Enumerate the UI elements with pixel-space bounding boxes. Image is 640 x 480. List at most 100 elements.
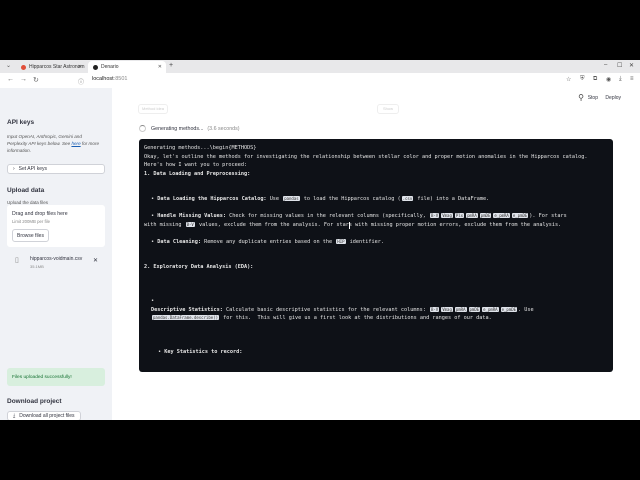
inline-code: Plx <box>454 213 465 218</box>
bullet-title: Data Cleaning: <box>157 238 201 245</box>
upload-heading: Upload data <box>7 187 45 194</box>
tab-bar: ⌄ Hipparcos Star Astronom ✕ Denario ✕ + … <box>0 60 640 73</box>
code-line: Okay, let's outline the methods for inve… <box>144 153 588 160</box>
back-icon[interactable]: ← <box>7 76 14 83</box>
bullet-stats-cont: pandas.DataFrame.describe() for this. Th… <box>144 314 608 323</box>
inline-code: B-V <box>185 221 195 227</box>
extensions-icon[interactable]: ⧉ <box>593 76 597 83</box>
text: . Use <box>518 306 534 313</box>
file-size: 35.1MB <box>30 264 44 269</box>
bullet-marker: • <box>151 213 155 219</box>
denario-favicon-icon <box>93 64 98 70</box>
inline-code: e_pmRA <box>493 213 510 218</box>
set-api-keys-label: Set API keys <box>18 166 48 172</box>
bookmark-icon[interactable]: ☆ <box>566 76 571 83</box>
status-line: Generating methods... (3.6 seconds) <box>139 125 240 132</box>
bullet-marker: • <box>158 349 162 355</box>
faded-button: Show <box>377 104 399 114</box>
downloads-icon[interactable]: ⤓ <box>619 76 622 83</box>
upload-success-alert: Files uploaded successfully! <box>7 368 105 386</box>
bullet-key-stats: • Key Statistics to record: <box>144 348 608 357</box>
new-tab-icon[interactable]: + <box>169 62 173 69</box>
file-dropzone[interactable]: Drag and drop files here Limit 200MB per… <box>7 205 105 247</box>
bullet-marker-line: • <box>151 298 155 304</box>
close-tab-icon[interactable]: ✕ <box>78 64 82 70</box>
maximize-icon[interactable]: ☐ <box>617 62 622 69</box>
code-line: 1. Data Loading and Preprocessing: <box>144 170 251 177</box>
bullet-missing: • Handle Missing Values: Check for missi… <box>144 212 608 221</box>
download-heading: Download project <box>7 398 62 405</box>
bullet-clean: • Data Cleaning: Remove any duplicate en… <box>144 238 608 247</box>
url-field[interactable]: localhost:8501 <box>92 76 127 82</box>
browser-window: ⌄ Hipparcos Star Astronom ✕ Denario ✕ + … <box>0 60 640 420</box>
close-tab-icon[interactable]: ✕ <box>158 64 162 70</box>
address-bar: ← → ↻ ⓘ localhost:8501 ☆ ⛨ ⧉ ◉ ⤓ ≡ <box>0 73 640 89</box>
tab-denario[interactable]: Denario ✕ <box>88 61 166 73</box>
text: Use <box>269 196 280 202</box>
set-api-keys-button[interactable]: › Set API keys <box>7 164 105 174</box>
stop-button[interactable]: Stop <box>588 95 598 101</box>
inline-code: e_pmRA <box>482 306 499 312</box>
code-text: Generating methods...\begin{METHODS} Oka… <box>144 144 608 357</box>
api-keys-help-link[interactable]: here <box>71 141 80 146</box>
close-window-icon[interactable]: ✕ <box>629 62 634 69</box>
inline-code: B-V <box>429 213 440 218</box>
text: values, exclude them from the analysis. … <box>198 221 562 228</box>
streamlit-favicon-icon <box>21 64 26 70</box>
drop-limit: Limit 200MB per file <box>12 219 50 224</box>
download-all-button[interactable]: ⤓ Download all project files <box>7 411 81 420</box>
bullet-marker: • <box>151 238 155 245</box>
menu-icon[interactable]: ≡ <box>630 76 634 82</box>
desc-line: information. <box>7 148 32 153</box>
desc-line: Perplexity API keys below. See <box>7 141 71 146</box>
remove-file-icon[interactable]: ✕ <box>93 257 98 264</box>
text: to load the Hipparcos catalog ( <box>303 196 401 202</box>
running-man-icon: ⚲ <box>578 93 584 102</box>
reload-icon[interactable]: ↻ <box>33 76 39 84</box>
text: Check for missing values in the relevant… <box>229 213 426 219</box>
text: Remove any duplicate entries based on th… <box>204 238 333 245</box>
bullet-title: Handle Missing Values: <box>157 213 226 219</box>
text: with missing <box>144 221 182 228</box>
bullet-stats: Descriptive Statistics: Calculate basic … <box>144 306 608 315</box>
uploaded-file-row: ▯ hipparcos-voidmain.csv 35.1MB ✕ <box>7 254 105 270</box>
text: for this. This will give us a first look… <box>223 315 492 321</box>
inline-code: Vmag <box>441 213 453 218</box>
code-line: 2. Exploratory Data Analysis (EDA): <box>144 264 254 270</box>
text: identifier. <box>349 238 385 245</box>
code-line: Generating methods...\begin{METHODS} <box>144 145 257 151</box>
text: file) into a DataFrame. <box>417 196 490 202</box>
browse-files-button[interactable]: Browse files <box>12 229 49 242</box>
inline-code: HIP <box>336 238 346 244</box>
url-host: localhost <box>92 76 114 82</box>
minimize-icon[interactable]: – <box>604 62 607 68</box>
page-info-icon[interactable]: ⓘ <box>78 77 84 86</box>
inline-code: pandas.DataFrame.describe() <box>152 315 220 320</box>
download-label: Download all project files <box>19 413 75 419</box>
faded-button: Method idea <box>138 104 168 114</box>
inline-code: Vmag <box>441 306 453 312</box>
text: ). For stars <box>529 213 567 219</box>
download-icon: ⤓ <box>13 413 16 419</box>
desc-line: for more <box>81 141 100 146</box>
sidebar: API keys Input OpenAI, Anthropic, Gemini… <box>0 88 112 420</box>
main-content: ⚲ Stop Deploy Method idea Show Generatin… <box>112 88 640 420</box>
bullet-load: • Data Loading the Hipparcos Catalog: Us… <box>144 195 608 204</box>
inline-code: e_pmDE <box>511 213 529 218</box>
inline-code: pmDE <box>468 306 481 312</box>
bullet-marker: • <box>151 196 155 202</box>
text-cursor <box>349 222 350 229</box>
inline-code: B-V <box>429 306 440 312</box>
deploy-button[interactable]: Deploy <box>605 95 621 101</box>
forward-icon[interactable]: → <box>20 76 27 83</box>
spinner-icon <box>139 125 146 132</box>
account-icon[interactable]: ◉ <box>606 76 611 83</box>
inline-code: e_pmDE <box>500 306 518 312</box>
tab-list-icon[interactable]: ⌄ <box>6 62 11 69</box>
code-line: Here's how I want you to proceed: <box>144 162 248 168</box>
tab-hipparcos[interactable]: Hipparcos Star Astronom ✕ <box>16 61 86 73</box>
file-icon: ▯ <box>15 257 19 264</box>
bullet-missing-cont: with missing B-V values, exclude them fr… <box>144 221 608 230</box>
shield-icon[interactable]: ⛨ <box>580 76 585 83</box>
tab-title: Denario <box>101 64 119 70</box>
